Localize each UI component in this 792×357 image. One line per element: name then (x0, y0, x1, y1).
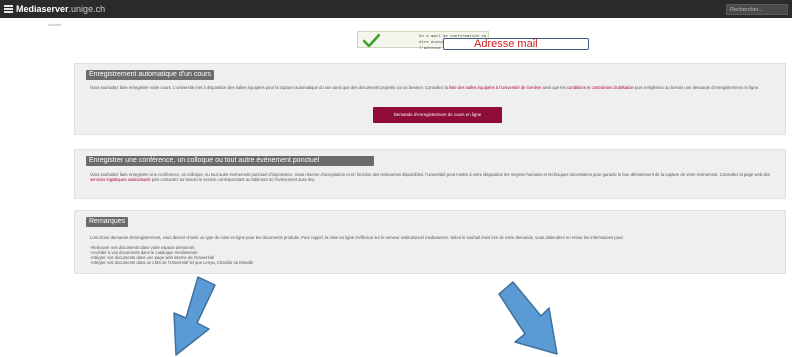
panel-automatic-recording: Enregistrement automatique d'un cours Vo… (74, 63, 786, 135)
remarks-list: -Retrouver vos documents dans votre espa… (90, 245, 786, 265)
conditions-link[interactable]: conditions et contraintes d'utilisation (567, 85, 634, 90)
online-request-button[interactable]: Demande d'enregistrement de cours en lig… (373, 107, 502, 123)
top-bar: Mediaserver.unige.ch (0, 0, 792, 18)
breadcrumb[interactable]: Accueil (48, 22, 61, 27)
check-icon (363, 34, 380, 47)
arrow-down-right-icon (498, 281, 558, 355)
panel-title-remarks: Remarques (86, 217, 129, 227)
hamburger-menu-icon[interactable] (4, 5, 13, 13)
panel-title-automatic: Enregistrement automatique d'un cours (86, 70, 214, 80)
search-input[interactable] (726, 4, 788, 15)
site-brand[interactable]: Mediaserver.unige.ch (16, 3, 105, 15)
auto-text-3: puis remplissez au besoin une demande d'… (633, 85, 760, 90)
panel-text-remarks: Lors d'une demande d'enregistrement, vou… (90, 235, 786, 265)
auto-text-2: ainsi que les (541, 85, 567, 90)
remarks-intro: Lors d'une demande d'enregistrement, vou… (90, 235, 624, 240)
arrow-down-left-icon (173, 276, 216, 356)
email-address-label: Adresse mail (474, 38, 538, 50)
panel-text-conference: Vous souhaitez faire enregistrer une con… (90, 172, 786, 182)
list-item: -Intégrer vos documents dans un LMS de l… (90, 260, 254, 265)
brand-name: Mediaserver (16, 4, 69, 14)
panel-title-conference: Enregistrer une conférence, un colloque … (86, 156, 374, 166)
panel-text-automatic: Vous souhaitez faire enregistrer votre c… (90, 85, 786, 90)
panel-remarks: Remarques Lors d'une demande d'enregistr… (74, 210, 786, 274)
rooms-list-link[interactable]: liste des salles équipées à l'Université… (449, 85, 541, 90)
panel-conference-recording: Enregistrer une conférence, un colloque … (74, 149, 786, 199)
email-address-callout: Adresse mail (443, 38, 589, 50)
auto-text-1: Vous souhaitez faire enregistrer votre c… (90, 85, 450, 90)
audiovisual-services-link[interactable]: services logistiques audiovisuels (90, 177, 151, 182)
conf-text-2: puis contactez au besoin le service corr… (150, 177, 316, 182)
brand-domain: .unige.ch (68, 4, 106, 14)
